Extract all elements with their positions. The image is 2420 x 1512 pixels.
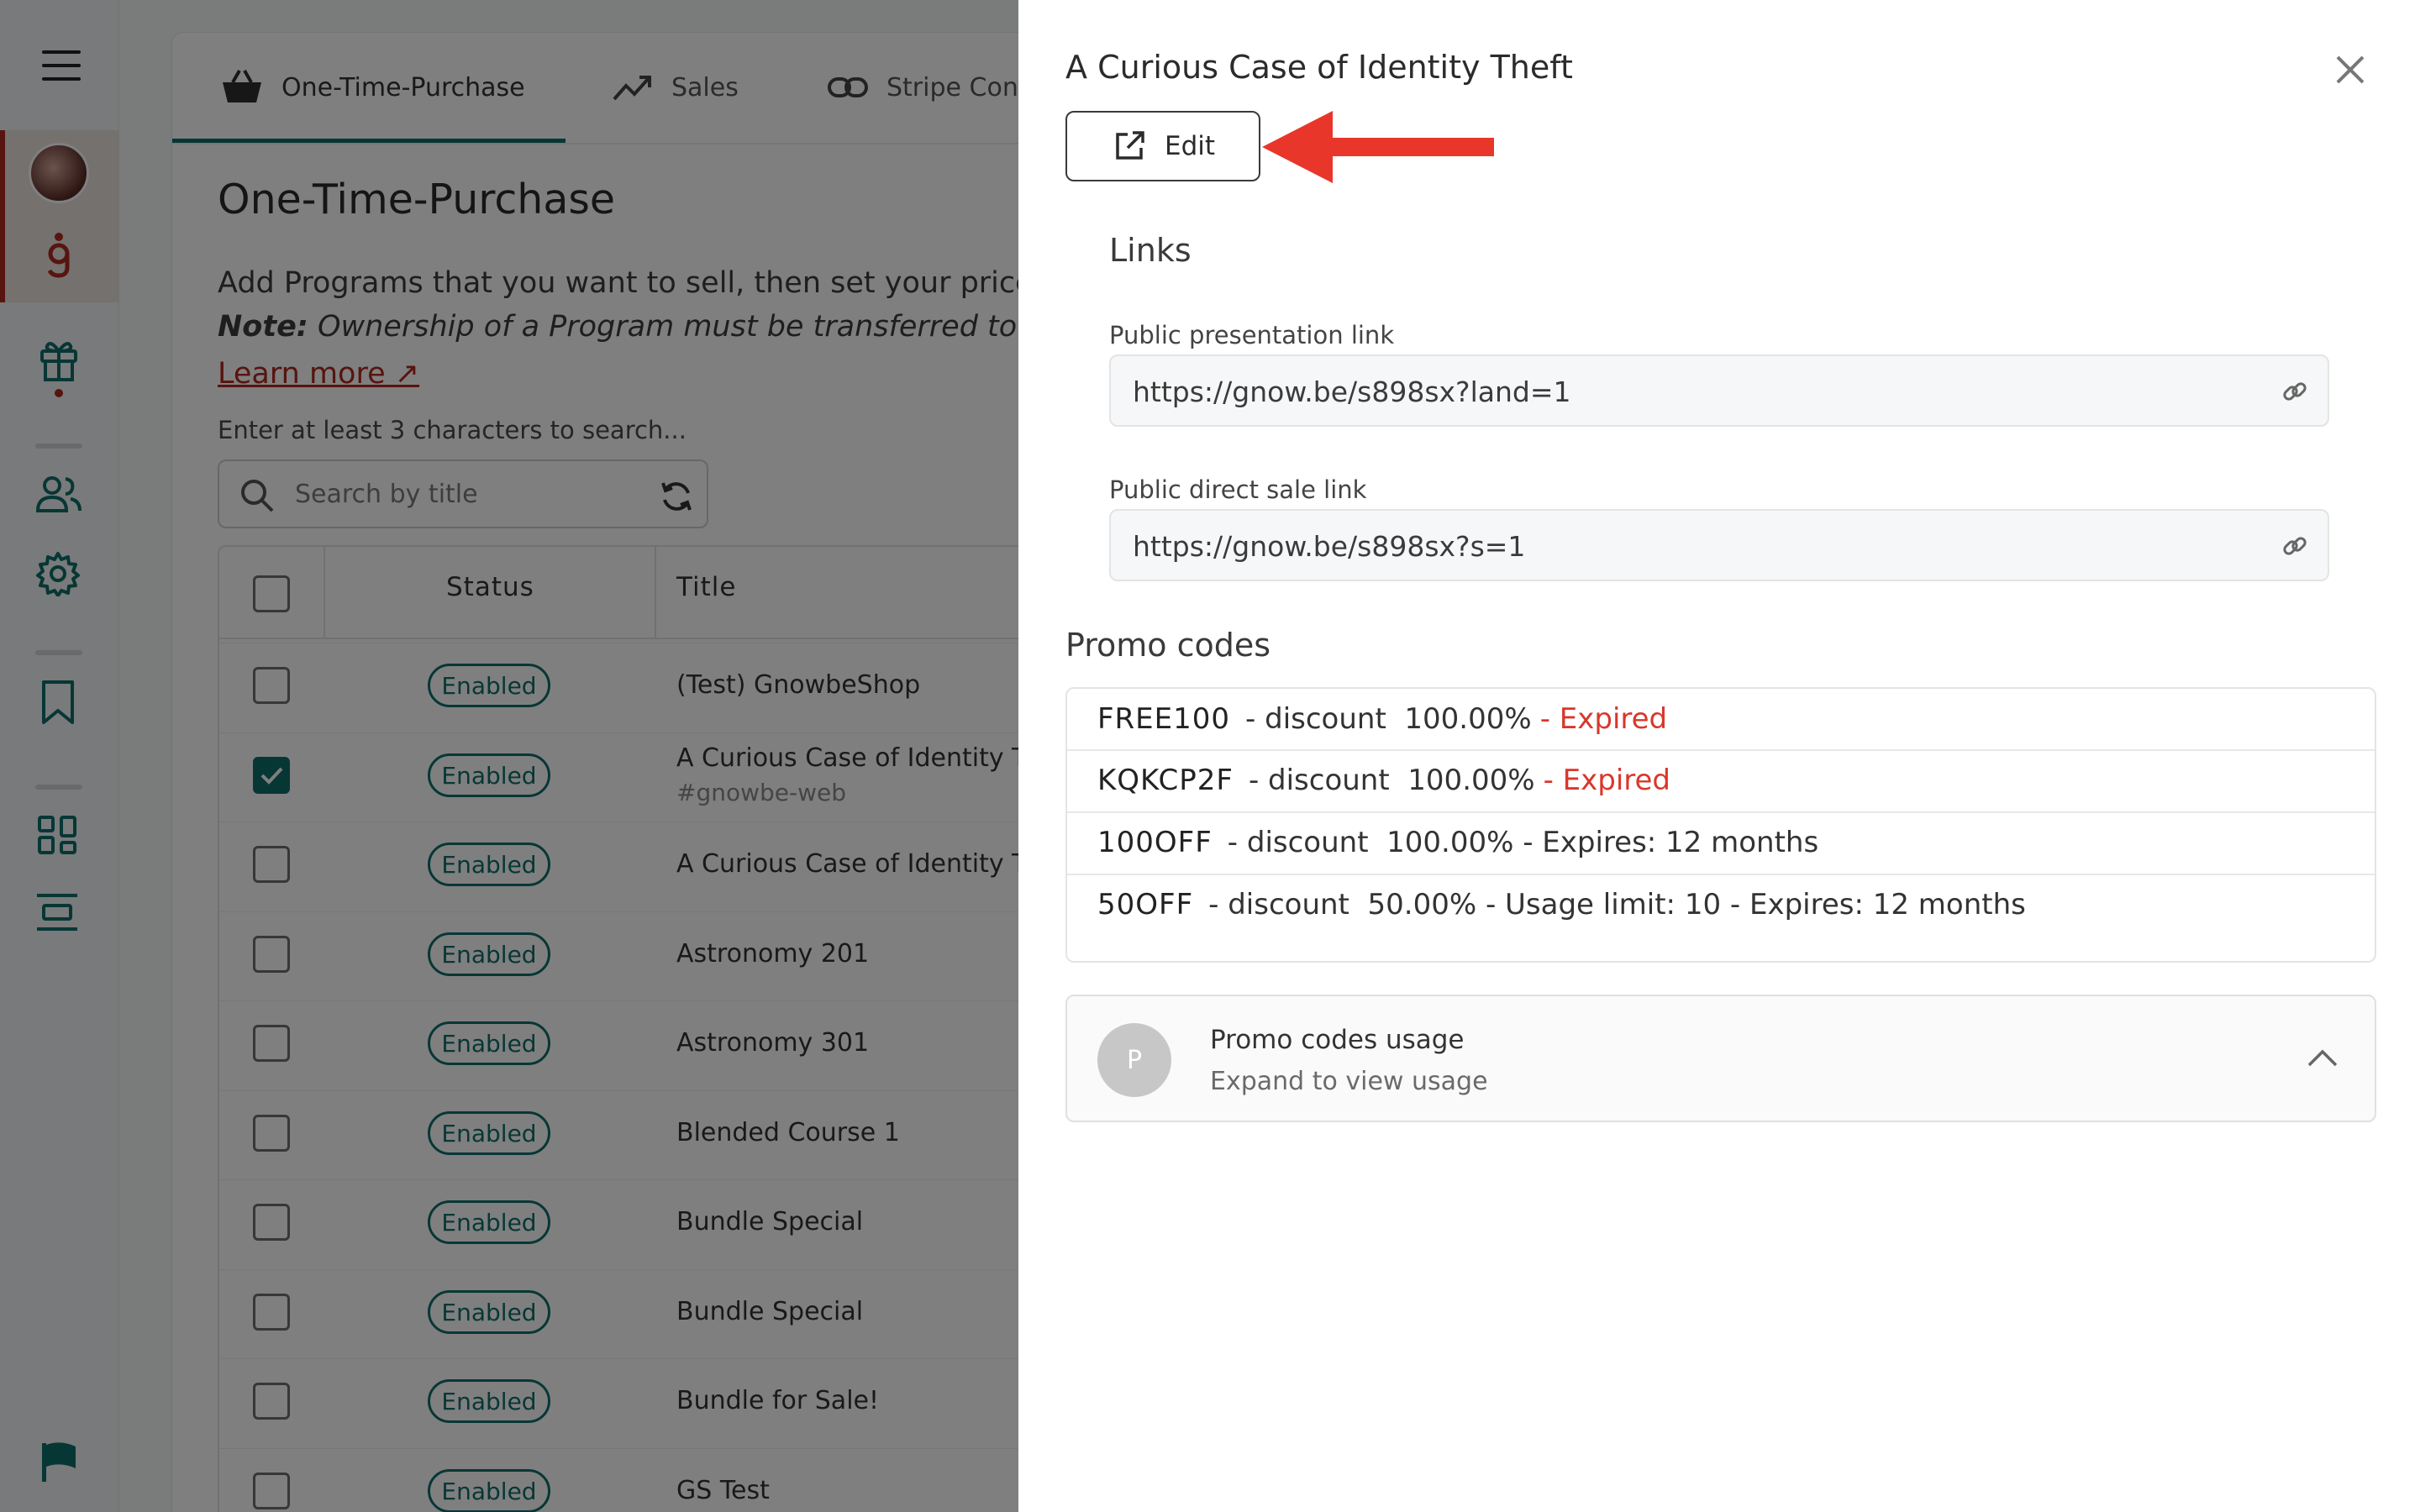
usage-title: Promo codes usage	[1210, 1025, 1465, 1055]
promo-code-item[interactable]: 50OFF - discount 50.00% - Usage limit: 10…	[1067, 874, 2375, 934]
public-direct-sale-link-field	[1109, 509, 2329, 581]
copy-link-icon[interactable]	[2281, 377, 2309, 406]
public-presentation-link-field	[1109, 354, 2329, 427]
drawer-title: A Curious Case of Identity Theft	[1065, 49, 1573, 86]
promo-code-item[interactable]: KQKCP2F - discount 100.00% - Expired	[1067, 749, 2375, 810]
public-presentation-link-label: Public presentation link	[1109, 321, 1395, 349]
promo-code: FREE100	[1097, 702, 1231, 736]
promo-code: 50OFF	[1097, 888, 1194, 921]
promo-details: - discount 100.00%	[1248, 764, 1535, 797]
promo-expired-status: - Expired	[1539, 702, 1668, 736]
promo-codes-heading: Promo codes	[1065, 627, 1271, 664]
promo-codes-usage-panel[interactable]: P Promo codes usage Expand to view usage	[1065, 995, 2376, 1122]
promo-code: 100OFF	[1097, 826, 1213, 859]
promo-details: - discount 50.00% - Usage limit: 10 - Ex…	[1208, 888, 2026, 921]
public-direct-sale-link-input[interactable]	[1133, 522, 2225, 570]
usage-avatar: P	[1097, 1023, 1171, 1097]
chevron-up-icon[interactable]	[2304, 1040, 2341, 1077]
close-icon[interactable]	[2329, 49, 2371, 91]
external-link-icon	[1116, 131, 1144, 160]
annotation-arrow-icon	[1262, 111, 1494, 183]
promo-code: KQKCP2F	[1097, 764, 1234, 797]
promo-code-item[interactable]: 100OFF - discount 100.00% - Expires: 12 m…	[1067, 811, 2375, 872]
usage-subtitle: Expand to view usage	[1210, 1067, 1488, 1096]
edit-button[interactable]: Edit	[1065, 111, 1260, 181]
public-presentation-link-input[interactable]	[1133, 368, 2225, 415]
public-direct-sale-link-label: Public direct sale link	[1109, 475, 1367, 504]
promo-code-item[interactable]: FREE100 - discount 100.00% - Expired	[1067, 689, 2375, 749]
copy-link-icon[interactable]	[2281, 532, 2309, 560]
promo-expired-status: - Expired	[1543, 764, 1671, 797]
promo-details: - discount 100.00% - Expires: 12 months	[1227, 826, 1819, 859]
promo-details: - discount 100.00%	[1245, 702, 1532, 736]
links-heading: Links	[1109, 232, 1192, 269]
program-detail-drawer: A Curious Case of Identity Theft Edit Li…	[1018, 0, 2420, 1512]
modal-overlay[interactable]	[0, 0, 1018, 1512]
promo-codes-list: FREE100- discount 100.00% - Expired KQKCP2…	[1065, 687, 2376, 963]
edit-button-label: Edit	[1165, 131, 1216, 161]
